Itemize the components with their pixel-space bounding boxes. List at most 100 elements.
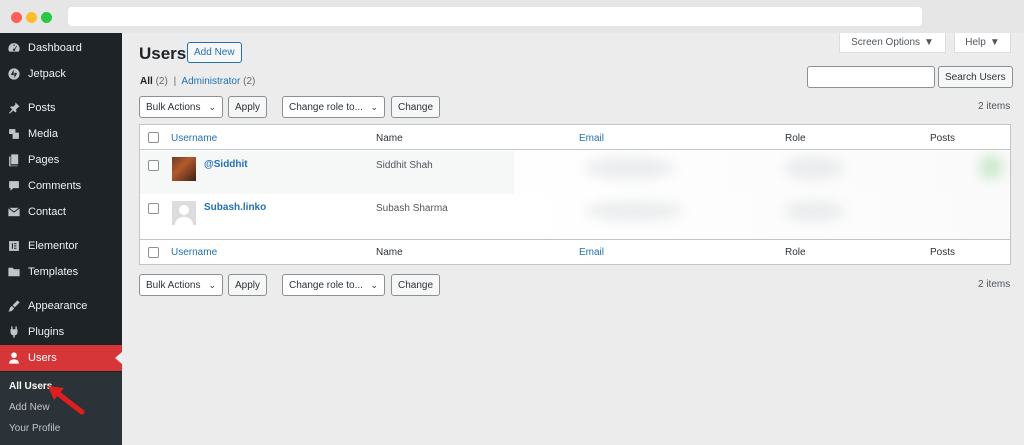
column-username[interactable]: Username	[171, 133, 217, 144]
sidebar-item-comments[interactable]: Comments	[0, 173, 122, 199]
sidebar-item-label: Plugins	[28, 326, 65, 338]
change-role-select-top[interactable]: Change role to... ⌄	[282, 96, 385, 118]
column-email[interactable]: Email	[579, 133, 604, 144]
select-all-checkbox[interactable]	[148, 132, 159, 143]
main-content: Screen Options ▼ Help ▼ Users Add New Al…	[122, 33, 1024, 445]
user-fullname: Siddhit Shah	[376, 160, 433, 171]
sidebar-item-label: Users	[28, 352, 57, 364]
change-role-select-bottom[interactable]: Change role to... ⌄	[282, 274, 385, 296]
pages-icon	[7, 153, 21, 167]
column-email[interactable]: Email	[579, 247, 604, 258]
folder-icon	[7, 265, 21, 279]
avatar	[172, 157, 196, 181]
blurred-posts	[979, 155, 1003, 179]
sidebar-item-pages[interactable]: Pages	[0, 147, 122, 173]
screen-options-label: Screen Options	[851, 37, 921, 48]
table-footer: Username Name Email Role Posts	[140, 239, 1010, 264]
bulk-actions-select-top[interactable]: Bulk Actions ⌄	[139, 96, 223, 118]
address-bar[interactable]	[68, 7, 922, 26]
column-role: Role	[785, 247, 806, 258]
maximize-window-button[interactable]	[41, 12, 52, 23]
sidebar-item-posts[interactable]: Posts	[0, 95, 122, 121]
sidebar-item-label: Pages	[28, 154, 60, 166]
brush-icon	[7, 299, 21, 313]
envelope-icon	[7, 205, 21, 219]
bulk-actions-label: Bulk Actions	[146, 101, 201, 113]
redacted-overlay	[514, 151, 1010, 239]
blurred-email	[584, 201, 684, 221]
sidebar-item-label: Media	[28, 128, 58, 140]
bulk-actions-select-bottom[interactable]: Bulk Actions ⌄	[139, 274, 223, 296]
filter-separator: |	[173, 76, 177, 87]
username-link[interactable]: @Siddhit	[204, 159, 248, 170]
caret-down-icon: ▼	[989, 37, 1000, 48]
sidebar-item-label: Appearance	[28, 300, 88, 312]
sidebar-item-jetpack[interactable]: Jetpack	[0, 61, 122, 87]
change-role-label: Change role to...	[289, 279, 363, 291]
default-avatar-icon	[172, 201, 196, 225]
minimize-window-button[interactable]	[26, 12, 37, 23]
elementor-icon	[7, 239, 21, 253]
change-button-top[interactable]: Change	[391, 96, 441, 118]
row-checkbox[interactable]	[148, 160, 159, 171]
sidebar-item-label: Contact	[28, 206, 66, 218]
chevron-down-icon: ⌄	[370, 279, 378, 290]
bulk-actions-label: Bulk Actions	[146, 279, 201, 291]
pointer-arrow-icon	[48, 386, 85, 415]
blurred-email	[584, 157, 674, 179]
select-all-checkbox-footer[interactable]	[148, 247, 159, 258]
username-link[interactable]: Subash.linko	[204, 202, 266, 213]
filter-all-count: (2)	[155, 76, 168, 87]
comment-icon	[7, 179, 21, 193]
table-header: Username Name Email Role Posts	[140, 125, 1010, 150]
blurred-role	[784, 157, 844, 179]
sidebar-item-label: Jetpack	[28, 68, 66, 80]
items-count-top: 2 items	[978, 101, 1011, 112]
submenu-your-profile[interactable]: Your Profile	[9, 423, 60, 434]
chevron-down-icon: ⌄	[208, 101, 216, 112]
change-button-bottom[interactable]: Change	[391, 274, 441, 296]
sidebar-item-contact[interactable]: Contact	[0, 199, 122, 225]
search-users-input[interactable]	[807, 66, 935, 88]
column-name: Name	[376, 247, 403, 258]
admin-sidebar: Dashboard Jetpack Posts Media Pages Comm…	[0, 33, 122, 445]
items-count-bottom: 2 items	[978, 279, 1011, 290]
sidebar-item-elementor[interactable]: Elementor	[0, 233, 122, 259]
sidebar-item-appearance[interactable]: Appearance	[0, 293, 122, 319]
row-checkbox[interactable]	[148, 203, 159, 214]
sidebar-item-users[interactable]: Users	[0, 345, 122, 371]
search-users-button[interactable]: Search Users	[938, 66, 1013, 88]
column-posts: Posts	[930, 133, 956, 144]
caret-down-icon: ▼	[924, 37, 934, 48]
page-title: Users	[139, 44, 187, 63]
sidebar-item-plugins[interactable]: Plugins	[0, 319, 122, 345]
sidebar-item-label: Comments	[28, 180, 82, 192]
screen-options-tab[interactable]: Screen Options ▼	[839, 33, 946, 53]
jetpack-icon	[7, 67, 21, 81]
help-label: Help	[965, 37, 986, 48]
pin-icon	[7, 101, 21, 115]
blurred-role	[784, 201, 844, 221]
chevron-down-icon: ⌄	[370, 101, 378, 112]
sidebar-item-media[interactable]: Media	[0, 121, 122, 147]
apply-button-top[interactable]: Apply	[228, 96, 268, 118]
media-icon	[7, 127, 21, 141]
active-indicator	[115, 352, 122, 364]
column-posts: Posts	[930, 247, 956, 258]
filter-admin-count: (2)	[243, 76, 256, 87]
users-table: Username Name Email Role Posts @Siddhit …	[139, 124, 1011, 265]
dashboard-icon	[7, 41, 21, 55]
chevron-down-icon: ⌄	[208, 279, 216, 290]
sidebar-item-templates[interactable]: Templates	[0, 259, 122, 285]
close-window-button[interactable]	[11, 12, 22, 23]
help-tab[interactable]: Help ▼	[954, 33, 1011, 53]
sidebar-item-dashboard[interactable]: Dashboard	[0, 35, 122, 61]
user-role-filters: All (2) | Administrator (2)	[140, 76, 255, 87]
column-username[interactable]: Username	[171, 247, 217, 258]
sidebar-item-label: Elementor	[28, 240, 79, 252]
apply-button-bottom[interactable]: Apply	[228, 274, 268, 296]
sidebar-item-label: Templates	[28, 266, 79, 278]
filter-all[interactable]: All	[140, 76, 153, 87]
filter-administrator[interactable]: Administrator	[181, 76, 240, 87]
add-new-button[interactable]: Add New	[187, 42, 242, 63]
